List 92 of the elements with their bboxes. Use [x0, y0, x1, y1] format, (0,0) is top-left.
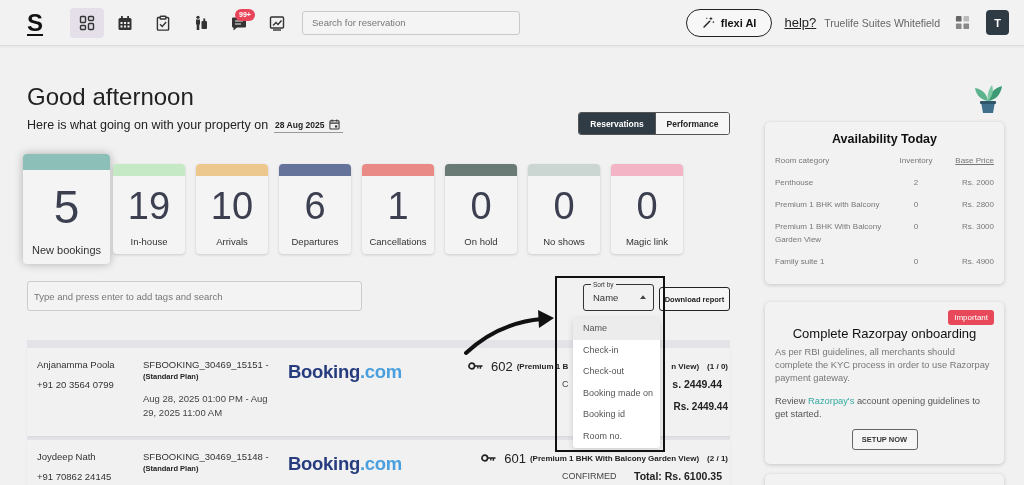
room-type: (Premium 1 BHK With Balcony Garden View): [529, 453, 700, 463]
booking-logo: Booking.com: [288, 453, 402, 475]
dashboard-icon: [79, 14, 95, 31]
property-name: Truelife Suites Whitefield: [824, 16, 940, 29]
table-cell-text: Family suite 1: [775, 256, 826, 268]
luggage-icon: [193, 14, 209, 31]
phone-number: +91 20 3564 0799: [37, 379, 115, 391]
stat-card[interactable]: 1 Cancellations: [362, 164, 434, 254]
stat-card[interactable]: 0 Magic link: [611, 164, 683, 254]
view-tab[interactable]: Performance: [655, 113, 729, 134]
guest-name: Anjanamma Poola: [37, 359, 116, 371]
table-cell-text: Premium 1 BHK with Balcony: [775, 199, 881, 211]
table-cell-text: 0: [912, 256, 920, 268]
stat-label: Arrivals: [216, 236, 248, 247]
clipboard-check-icon: [155, 14, 171, 31]
chart-icon: [269, 14, 285, 31]
dropdown-option[interactable]: Check-out: [573, 361, 660, 383]
guest-name: Joydeep Nath: [37, 451, 97, 463]
stat-value: 0: [636, 186, 658, 226]
stat-label: New bookings: [31, 244, 102, 256]
caret-icon: [640, 295, 646, 299]
stat-label: Magic link: [625, 236, 669, 247]
table-cell-text: 0: [912, 199, 920, 211]
stat-card[interactable]: 10 Arrivals: [196, 164, 268, 254]
card-title: Complete Razorpay onboarding: [791, 326, 978, 341]
stat-card[interactable]: 5 New bookings: [23, 154, 110, 264]
booking-status: C: [562, 378, 569, 389]
card-title: Availability Today: [831, 132, 938, 146]
table-cell-text: 0: [912, 221, 920, 233]
key-icon: [467, 362, 483, 370]
calendar-icon: [329, 119, 341, 130]
nav-button[interactable]: [70, 7, 104, 38]
column-header: Inventory: [898, 155, 934, 167]
dropdown-option[interactable]: Booking id: [573, 404, 660, 426]
column-header: Room category: [775, 155, 831, 167]
table-cell-text: Penthouse: [775, 177, 815, 189]
stat-card[interactable]: 6 Departures: [279, 164, 351, 254]
stat-label: No shows: [543, 236, 585, 247]
stat-value: 5: [53, 182, 80, 232]
total-amount: s. 2449.44: [672, 377, 722, 390]
table-cell-text: 2: [912, 177, 920, 189]
occupancy: (1 / 0): [707, 361, 728, 371]
tag-search-field[interactable]: Type and press enter to add tags and search: [27, 281, 362, 311]
balance-amount: Rs. 2449.44: [673, 401, 728, 412]
table-cell-text: Rs. 2800: [960, 199, 994, 211]
stat-value: 19: [127, 186, 171, 226]
dropdown-option[interactable]: Name: [573, 318, 660, 340]
stat-value: 10: [210, 186, 254, 226]
stat-label: On hold: [464, 236, 498, 247]
total-amount: Total: Rs. 6100.35: [634, 469, 722, 482]
stay-dates: Aug 28, 2025 01:00 PM - Aug 29, 2025 11:00 AM: [143, 392, 269, 420]
calendar-icon: [117, 14, 133, 31]
dropdown-option[interactable]: Booking made on: [573, 382, 660, 405]
phone-number: +91 70862 24145: [37, 471, 113, 483]
booking-logo: Booking.com: [288, 361, 402, 383]
stat-value: 1: [387, 186, 409, 226]
stat-card[interactable]: 0 On hold: [445, 164, 517, 254]
logo[interactable]: S: [27, 8, 43, 37]
search-field[interactable]: Search for reservation: [302, 10, 520, 35]
stat-card[interactable]: 0 No shows: [528, 164, 600, 254]
booking-status: CONFIRMED: [562, 470, 617, 481]
column-header[interactable]: Base Price: [938, 154, 994, 167]
notice-text: As per RBI guidelines, all merchants should complete the KYC process in order to use Razorpay payment gateway.: [775, 346, 991, 385]
stat-card[interactable]: 19 In-house: [113, 164, 185, 254]
view-tab[interactable]: Reservations: [579, 113, 655, 134]
stat-label: Departures: [291, 236, 339, 247]
room-number: 602: [490, 358, 513, 374]
greeting-heading: Good afternoon: [27, 83, 195, 111]
review-text: Review Razorpay's account opening guidelines to get started.: [775, 395, 981, 421]
stat-value: 0: [470, 186, 492, 226]
occupancy: (2 / 1): [707, 453, 728, 463]
key-icon: [481, 454, 497, 462]
subtitle-text: Here is what going on with your property on: [27, 118, 269, 132]
booking-id: SFBOOKING_30469_15148 -: [143, 451, 270, 463]
table-cell-text: Premium 1 BHK With Balcony Garden View: [775, 221, 883, 246]
grid-icon[interactable]: [955, 15, 970, 30]
flexi-ai-button[interactable]: flexi AI: [685, 8, 773, 37]
table-cell-text: Rs. 4900: [960, 256, 994, 268]
important-badge: Important: [948, 310, 994, 325]
avatar[interactable]: T: [986, 10, 1009, 35]
stat-value: 0: [553, 186, 575, 226]
table-cell-text: Rs. 3000: [960, 221, 994, 233]
booking-id: SFBOOKING_30469_15151 -: [143, 359, 270, 371]
table-cell-text: Rs. 2000: [960, 177, 994, 189]
stat-value: 6: [304, 186, 326, 226]
stat-label: Cancellations: [369, 236, 427, 247]
room-number: 601: [504, 450, 526, 466]
help-link[interactable]: help?: [784, 15, 817, 30]
room-type: n View): [671, 361, 700, 371]
date-picker[interactable]: 28 Aug 2025: [274, 117, 344, 133]
magic-wand-icon: [701, 16, 715, 29]
stat-label: In-house: [130, 236, 168, 247]
